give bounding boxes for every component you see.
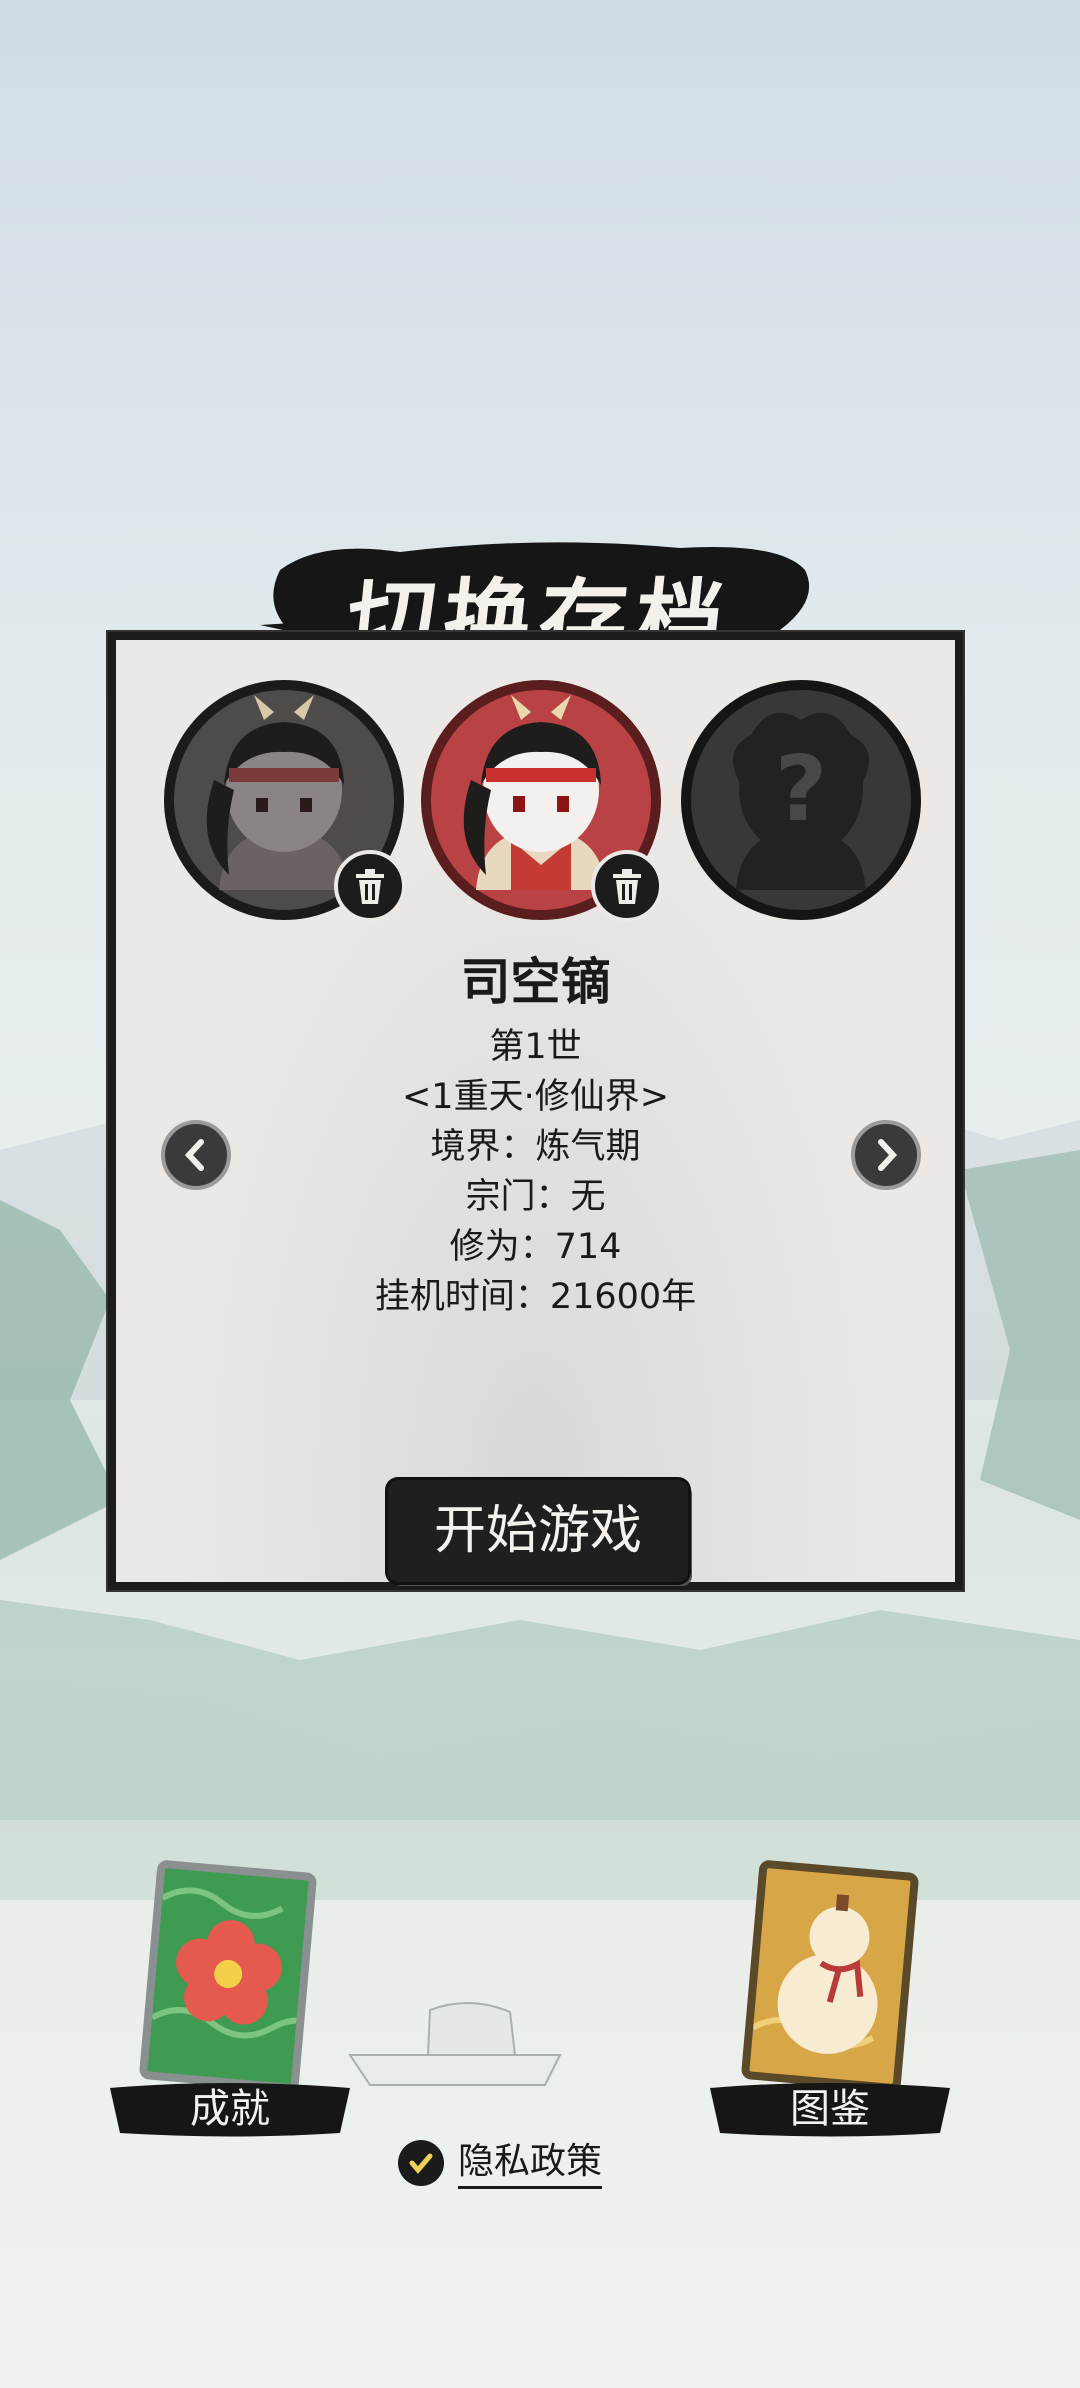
- trash-icon: [356, 869, 384, 904]
- gourd-icon: [751, 1894, 878, 2054]
- chevron-left-icon: [184, 1139, 204, 1171]
- chevron-right-icon: [878, 1139, 898, 1171]
- trash-icon: [613, 869, 641, 904]
- character-sect: 宗门：无: [465, 1177, 606, 1217]
- previous-slot-button[interactable]: [161, 1120, 231, 1190]
- character-realm: 境界：炼气期: [430, 1127, 641, 1167]
- atlas-label-banner[interactable]: 图鉴: [700, 2078, 960, 2140]
- achievements-label-banner[interactable]: 成就: [100, 2078, 360, 2140]
- character-idle-time: 挂机时间：21600年: [374, 1277, 697, 1317]
- unknown-character-icon: ?: [733, 712, 869, 890]
- save-slot-3-empty[interactable]: ?: [681, 680, 921, 920]
- character-name: 司空镝: [460, 953, 611, 1011]
- atlas-label: 图鉴: [790, 2086, 870, 2132]
- question-mark: ?: [775, 737, 827, 842]
- next-slot-button[interactable]: [851, 1120, 921, 1190]
- atlas-card[interactable]: [740, 1859, 920, 2093]
- character-world: <1重天·修仙界>: [401, 1077, 670, 1117]
- privacy-checkbox[interactable]: [398, 2140, 444, 2186]
- character-generation: 第1世: [489, 1027, 582, 1067]
- check-icon: [409, 2153, 433, 2174]
- privacy-policy-row[interactable]: 隐私政策: [398, 2135, 603, 2191]
- delete-slot-2-button[interactable]: [591, 850, 663, 922]
- achievements-card[interactable]: [138, 1859, 334, 2093]
- save-slot-panel: ? 司空镝 第1世 <1重天·修仙界> 境界：炼气期 宗门：无 修为：714 挂…: [108, 632, 963, 1590]
- character-cultivation: 修为：714: [449, 1227, 622, 1267]
- flower-icon: [150, 1887, 334, 2039]
- achievements-label: 成就: [190, 2086, 270, 2132]
- delete-slot-1-button[interactable]: [334, 850, 406, 922]
- start-game-button[interactable]: 开始游戏: [388, 1480, 688, 1582]
- privacy-policy-link[interactable]: 隐私政策: [458, 2138, 603, 2189]
